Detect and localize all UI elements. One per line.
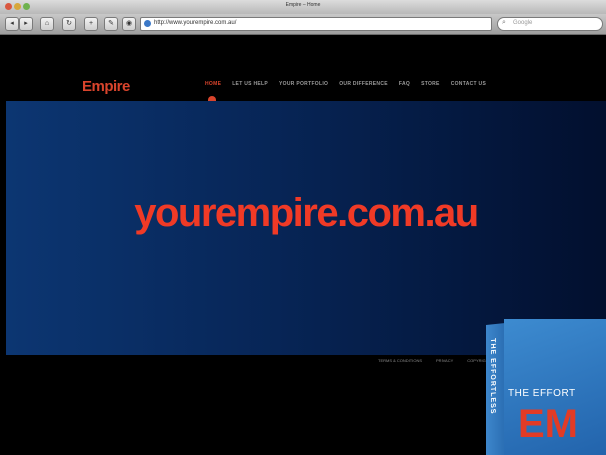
nav-faq[interactable]: FAQ — [399, 81, 410, 87]
footer-link-terms[interactable]: TERMS & CONDITIONS — [378, 358, 422, 363]
nav-store[interactable]: STORE — [421, 81, 440, 87]
book-image: THE EFFORTLESS THE EFFORT EM — [486, 319, 606, 455]
edit-button[interactable]: ✎ — [104, 17, 118, 31]
nav-contact-us[interactable]: CONTACT US — [451, 81, 486, 87]
home-icon: ⌂ — [44, 20, 50, 27]
nav-home[interactable]: HOME — [205, 81, 221, 87]
book-cover-title: THE EFFORT — [508, 388, 576, 399]
back-button[interactable]: ◂ — [5, 17, 19, 31]
view-button[interactable]: ◉ — [122, 17, 136, 31]
address-bar[interactable]: http://www.yourempire.com.au/ — [140, 17, 492, 31]
nav-our-difference[interactable]: OUR DIFFERENCE — [339, 81, 388, 87]
nav-let-us-help[interactable]: LET US HELP — [232, 81, 268, 87]
reload-button[interactable]: ↻ — [62, 17, 76, 31]
search-icon: ⌕ — [502, 19, 506, 26]
footer-link-privacy[interactable]: PRIVACY — [436, 358, 453, 363]
book-spine-text: THE EFFORTLESS — [489, 337, 496, 415]
nav-your-portfolio[interactable]: YOUR PORTFOLIO — [279, 81, 328, 87]
edit-icon: ✎ — [108, 20, 114, 27]
site-nav: HOME LET US HELP YOUR PORTFOLIO OUR DIFF… — [205, 81, 486, 87]
hero-domain-text: yourempire.com.au — [134, 191, 479, 235]
forward-button[interactable]: ▸ — [19, 17, 33, 31]
search-placeholder: Google — [513, 20, 533, 26]
search-input[interactable]: ⌕ Google — [497, 17, 603, 31]
book-spine: THE EFFORTLESS — [486, 323, 504, 455]
reload-icon: ↻ — [66, 20, 72, 27]
window-title: Empire – Home — [285, 2, 321, 8]
back-arrow-icon: ◂ — [10, 20, 14, 27]
site-logo[interactable]: Empire — [82, 78, 130, 96]
globe-icon — [144, 20, 151, 27]
view-icon: ◉ — [125, 20, 133, 27]
browser-toolbar: ◂ ▸ ⌂ ↻ + ✎ ◉ http://www.yourempire.com.… — [0, 14, 606, 35]
footer-links: TERMS & CONDITIONS PRIVACY COPYRIGHT — [378, 358, 491, 363]
add-bookmark-button[interactable]: + — [84, 17, 98, 31]
book-cover-big-letters: EM — [518, 402, 578, 446]
add-bookmark-icon: + — [88, 20, 94, 27]
home-button[interactable]: ⌂ — [40, 17, 54, 31]
hero-banner: yourempire.com.au — [6, 101, 606, 355]
logo-text: Empire — [82, 78, 130, 95]
safari-window: Empire – Home ◂ ▸ ⌂ ↻ + ✎ ◉ http://www.y… — [0, 0, 606, 455]
book-cover: THE EFFORT EM — [504, 319, 606, 455]
title-bar: Empire – Home — [0, 0, 606, 14]
url-text: http://www.yourempire.com.au/ — [154, 20, 237, 26]
forward-arrow-icon: ▸ — [24, 20, 28, 27]
